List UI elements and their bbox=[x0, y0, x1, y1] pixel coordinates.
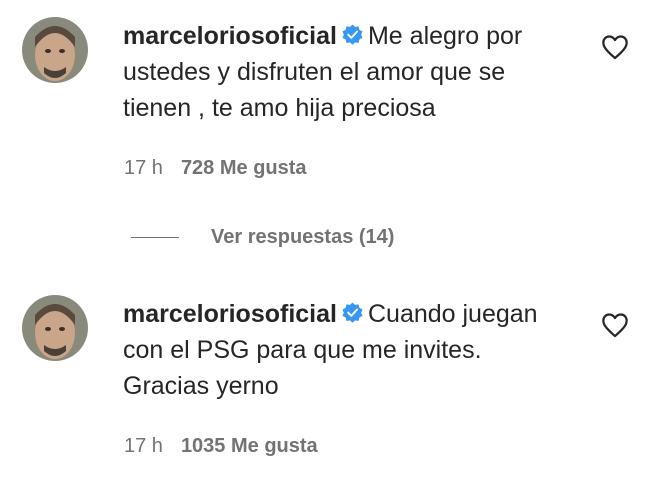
likes-count[interactable]: 728 Me gusta bbox=[181, 157, 307, 179]
timestamp[interactable]: 17 h bbox=[124, 435, 163, 457]
username[interactable]: marceloriosoficial bbox=[123, 22, 337, 50]
comment-meta: 17 h 728 Me gusta bbox=[124, 157, 307, 180]
verified-badge-icon bbox=[342, 302, 363, 323]
comment-text-block: marceloriosoficial Me alegro por ustedes … bbox=[123, 18, 568, 126]
replies-divider bbox=[131, 236, 179, 238]
avatar[interactable] bbox=[22, 17, 88, 83]
timestamp[interactable]: 17 h bbox=[124, 157, 163, 179]
view-replies-label[interactable]: Ver respuestas (14) bbox=[211, 226, 394, 249]
comment-meta: 17 h 1035 Me gusta bbox=[124, 435, 318, 458]
avatar[interactable] bbox=[22, 295, 88, 361]
username[interactable]: marceloriosoficial bbox=[123, 300, 337, 328]
view-replies-button[interactable]: Ver respuestas (14) bbox=[131, 224, 394, 250]
likes-count[interactable]: 1035 Me gusta bbox=[181, 435, 318, 457]
heart-outline-icon[interactable] bbox=[601, 34, 629, 60]
comment-text-block: marceloriosoficial Cuando juegan con el P… bbox=[123, 296, 568, 404]
heart-outline-icon[interactable] bbox=[601, 312, 629, 338]
verified-badge-icon bbox=[342, 24, 363, 45]
